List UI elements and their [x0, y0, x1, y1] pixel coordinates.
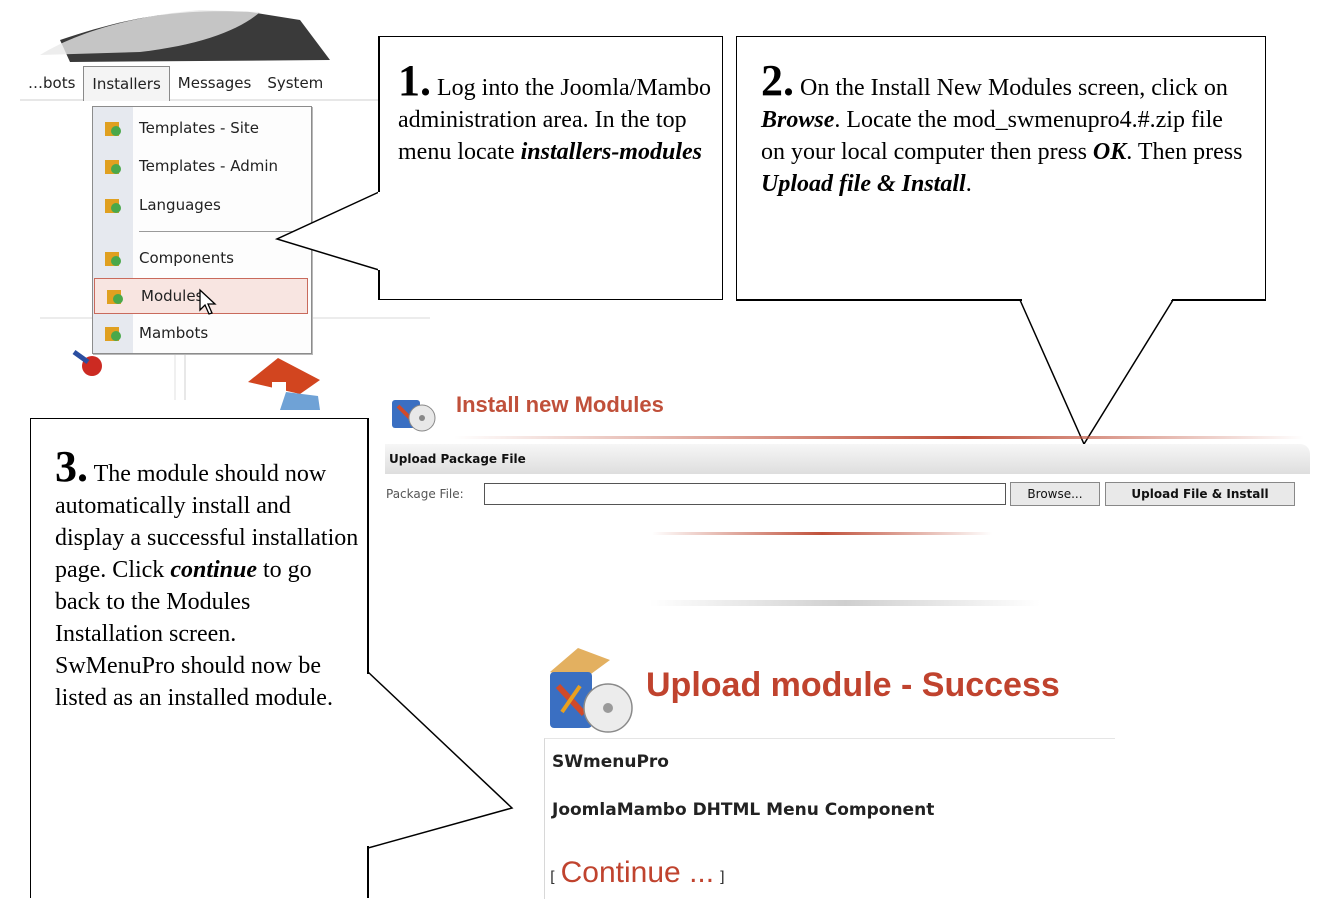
callout-step-2: 2. On the Install New Modules screen, cl… — [736, 36, 1266, 300]
browse-button[interactable]: Browse... — [1010, 482, 1100, 506]
callout-step-2-text: 2. On the Install New Modules screen, cl… — [761, 59, 1249, 200]
step-number: 3. — [55, 442, 88, 491]
callout-1-left-border-top — [378, 36, 380, 192]
callout-2-bottom-border-left — [736, 299, 1022, 301]
step-text: . — [965, 171, 972, 197]
success-module-name: SWmenuPro — [552, 752, 669, 772]
continue-link[interactable]: Continue ... — [561, 856, 714, 889]
bracket-close: ] — [718, 868, 725, 886]
panel-divider — [652, 532, 992, 535]
step-number: 2. — [761, 56, 794, 105]
install-modules-title: Install new Modules — [456, 392, 664, 417]
panel-divider-faded — [650, 600, 1040, 606]
upload-success-title: Upload module - Success — [646, 666, 1060, 704]
step-emphasis: Browse — [761, 107, 835, 133]
install-cd-icon — [392, 400, 436, 432]
step-emphasis: continue — [170, 557, 257, 583]
callout-step-3: 3. The module should now automatically i… — [30, 418, 369, 898]
step-emphasis: installers-modules — [520, 139, 702, 165]
upload-package-header: Upload Package File — [385, 444, 1310, 474]
step-number: 1. — [398, 56, 431, 105]
success-module-description: JoomlaMambo DHTML Menu Component — [552, 800, 935, 820]
step-text: . Then press — [1126, 139, 1243, 165]
upload-install-button[interactable]: Upload File & Install — [1105, 482, 1295, 506]
callout-step-1: 1. Log into the Joomla/Mambo administrat… — [378, 36, 723, 300]
callout-1-left-border-bottom — [378, 270, 380, 300]
upload-package-header-label: Upload Package File — [389, 452, 526, 466]
step-emphasis: Upload file & Install — [761, 171, 966, 197]
continue-link-row: [ Continue ... ] — [550, 856, 725, 890]
package-file-input[interactable] — [484, 483, 1006, 505]
step-emphasis: OK — [1092, 139, 1127, 165]
bracket-open: [ — [550, 868, 556, 886]
title-underline — [454, 436, 1304, 439]
callout-3-right-border-top — [367, 418, 369, 674]
callout-3-right-border-bottom — [367, 846, 369, 898]
package-file-label: Package File: — [386, 487, 464, 501]
callout-step-3-text: 3. The module should now automatically i… — [55, 445, 359, 714]
step-text: On the Install New Modules screen, click… — [800, 75, 1228, 101]
callout-step-1-text: 1. Log into the Joomla/Mambo administrat… — [398, 59, 722, 168]
callout-2-bottom-border-right — [1172, 299, 1266, 301]
success-cd-icon — [550, 648, 633, 733]
